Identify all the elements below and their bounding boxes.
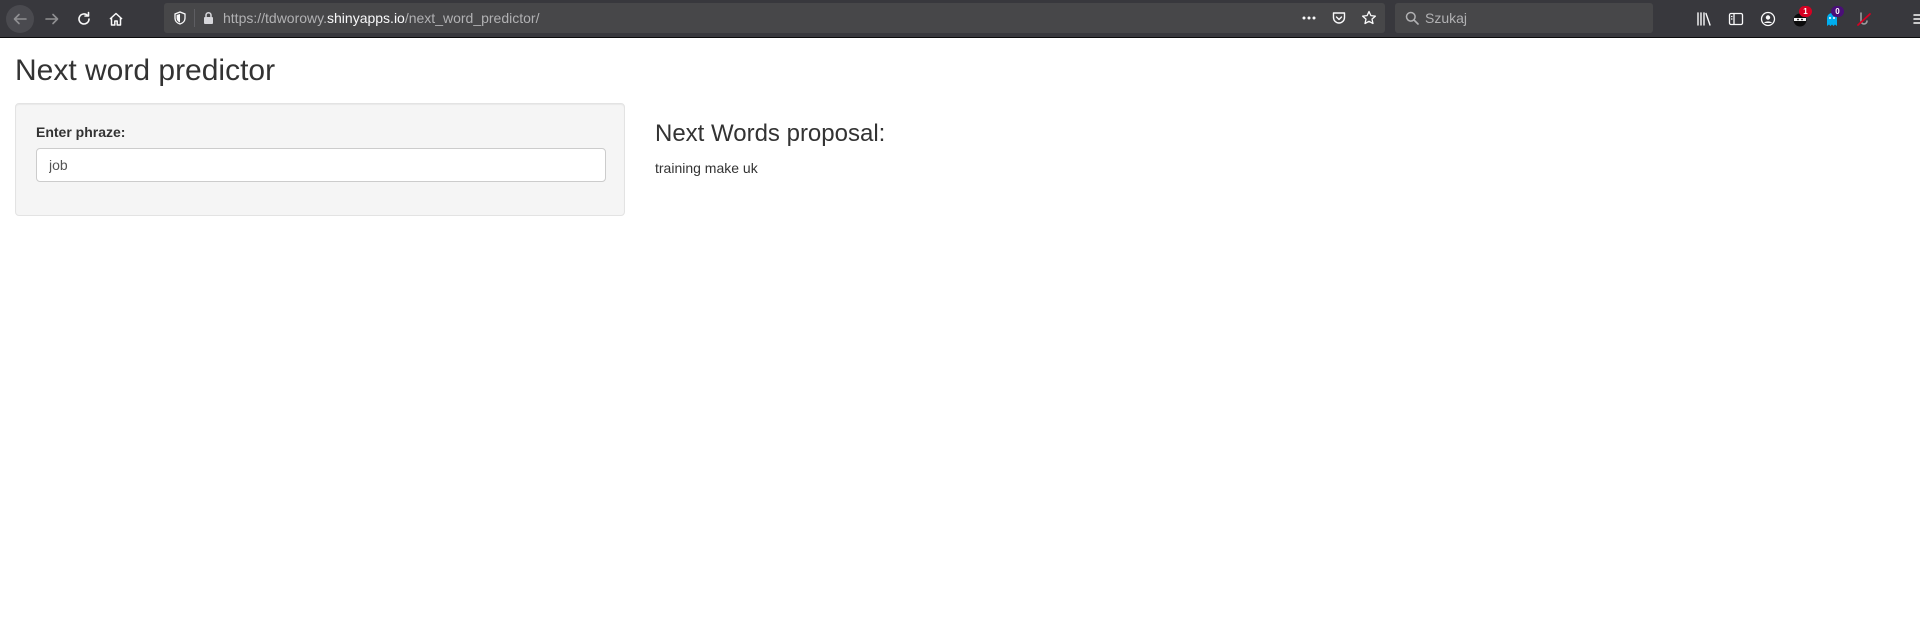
search-bar[interactable]: Szukaj <box>1395 3 1653 33</box>
phrase-input[interactable] <box>36 148 606 182</box>
extension-badge-2: 0 <box>1831 6 1844 17</box>
sidebar-icon <box>1728 12 1744 26</box>
input-panel: Enter phraze: <box>15 103 625 216</box>
extension-badge-1: 1 <box>1799 6 1812 17</box>
forward-arrow-icon <box>45 13 59 25</box>
back-arrow-icon <box>13 13 27 25</box>
pocket-icon[interactable] <box>1331 10 1347 26</box>
search-placeholder: Szukaj <box>1425 10 1468 26</box>
toolbar-right-icons: 1 0 <box>1688 5 1920 33</box>
search-icon <box>1405 11 1419 25</box>
extension-button-2[interactable]: 0 <box>1816 5 1848 33</box>
account-button[interactable] <box>1752 5 1784 33</box>
back-button[interactable] <box>6 5 34 33</box>
extension-button-1[interactable]: 1 <box>1784 5 1816 33</box>
library-button[interactable] <box>1688 5 1720 33</box>
menu-button[interactable] <box>1904 5 1920 33</box>
account-icon <box>1760 11 1776 27</box>
url-text[interactable]: https://tdworowy.shinyapps.io/next_word_… <box>223 3 539 33</box>
sidebar-button[interactable] <box>1720 5 1752 33</box>
page-title: Next word predictor <box>15 54 276 87</box>
predicted-words: training make uk <box>655 160 758 176</box>
more-dots-icon[interactable] <box>1301 10 1317 26</box>
url-domain: shinyapps.io <box>327 10 405 26</box>
browser-toolbar: https://tdworowy.shinyapps.io/next_word_… <box>0 0 1920 38</box>
disabled-extension-icon <box>1857 12 1871 26</box>
library-icon <box>1697 12 1711 26</box>
lock-icon[interactable] <box>202 11 215 25</box>
home-button[interactable] <box>102 5 130 33</box>
phrase-label: Enter phraze: <box>36 124 126 140</box>
url-path: /next_word_predictor/ <box>404 10 540 26</box>
reload-button[interactable] <box>70 5 98 33</box>
address-bar[interactable]: https://tdworowy.shinyapps.io/next_word_… <box>164 3 1385 33</box>
tracking-shield-icon[interactable] <box>173 11 187 25</box>
reload-icon <box>78 11 90 25</box>
hamburger-menu-icon <box>1913 14 1920 24</box>
url-prefix: https://tdworowy. <box>223 10 328 26</box>
star-icon[interactable] <box>1361 10 1377 26</box>
home-icon <box>109 12 123 26</box>
urlbar-divider <box>194 9 195 27</box>
result-heading: Next Words proposal: <box>655 120 886 147</box>
urlbar-actions <box>1301 3 1377 33</box>
extension-button-3[interactable] <box>1848 5 1880 33</box>
forward-button[interactable] <box>38 5 66 33</box>
